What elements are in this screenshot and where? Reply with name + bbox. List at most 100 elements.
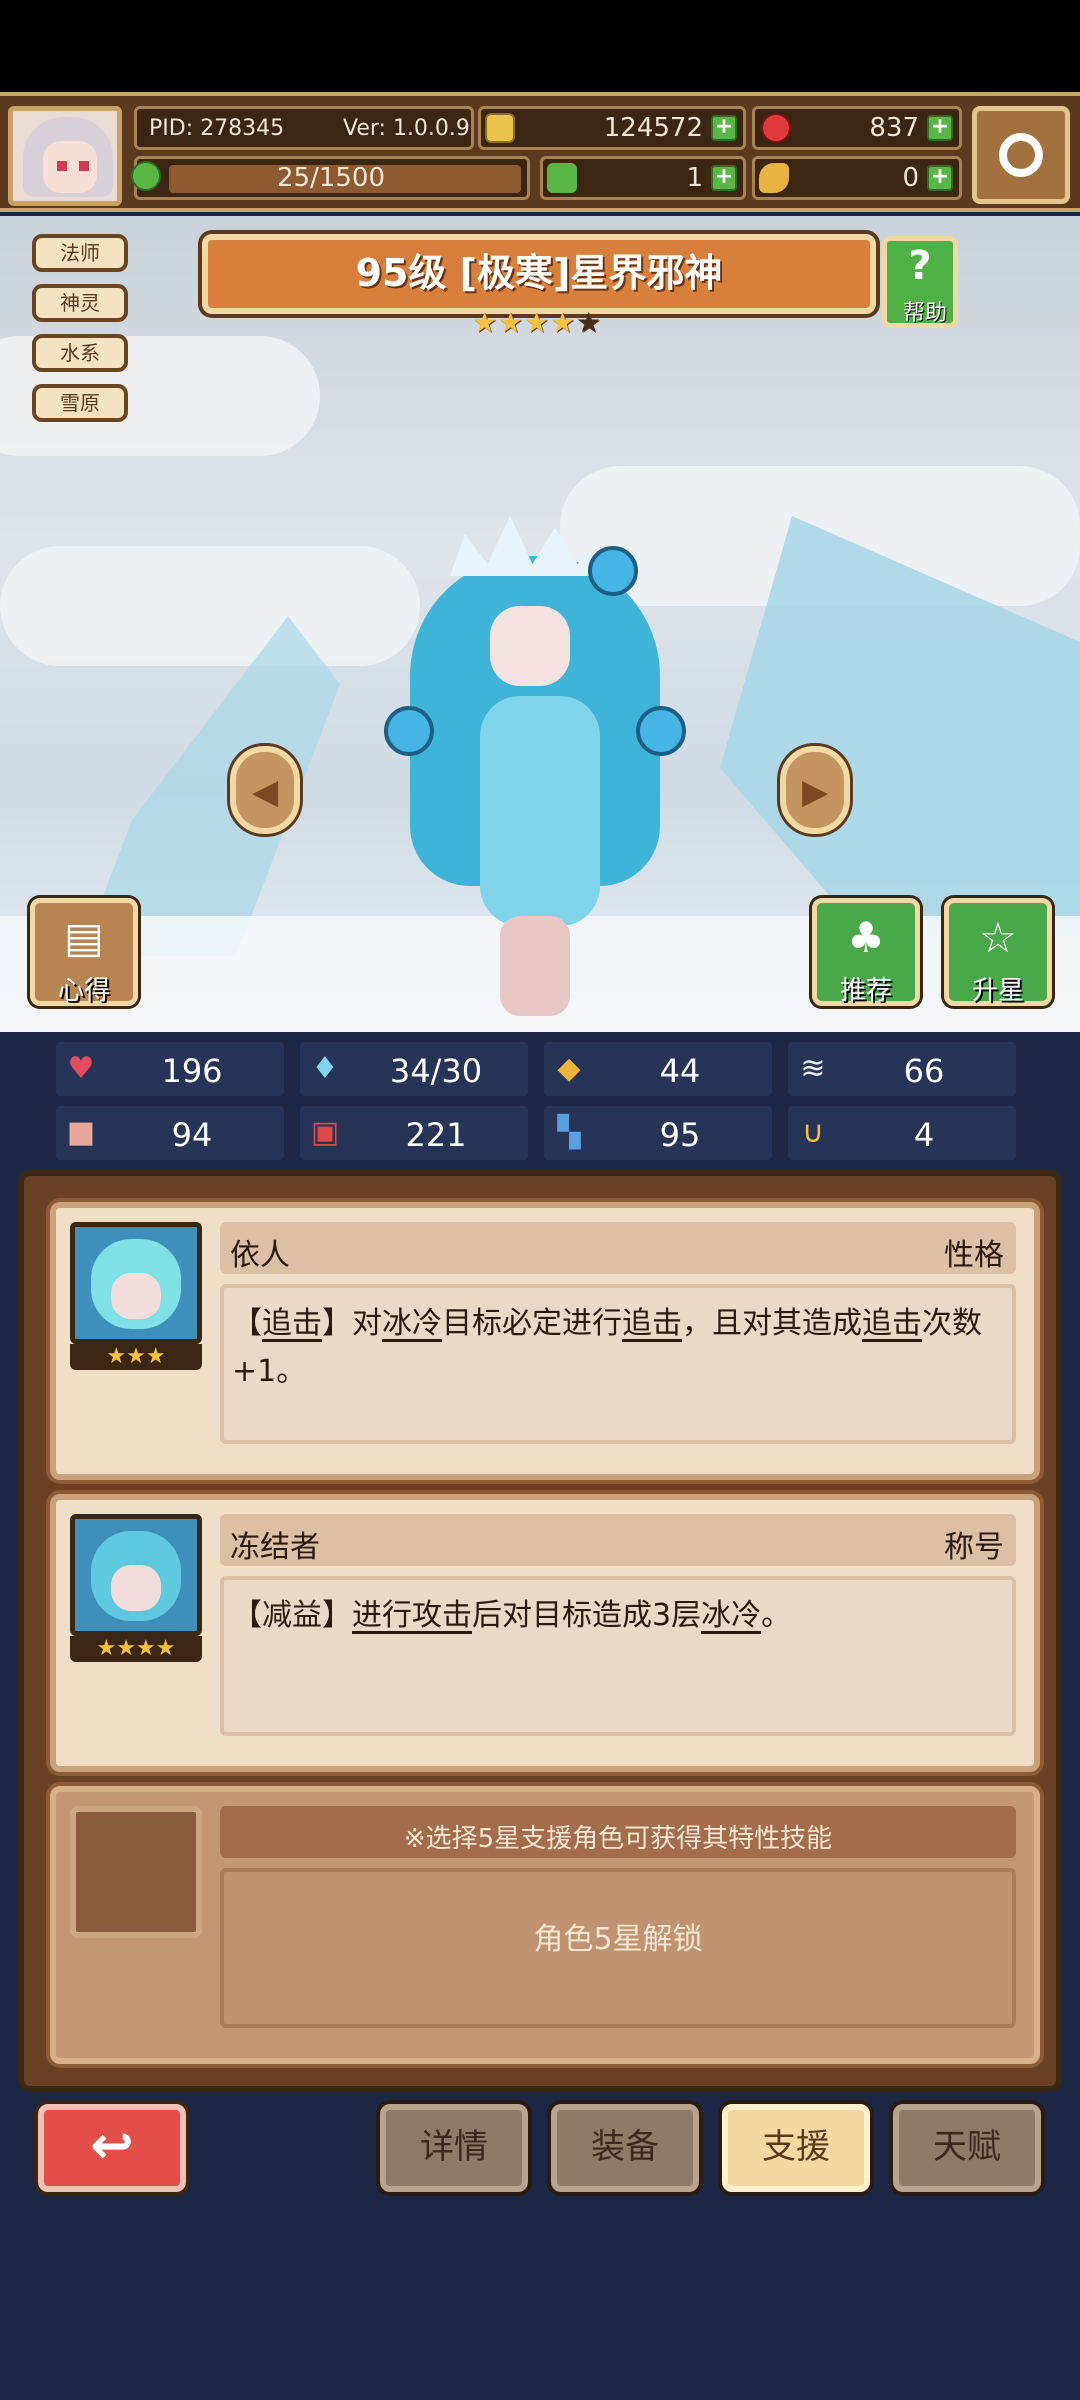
hero-title: 95级 [极寒]星界邪神 [202,234,876,314]
prev-hero-button[interactable]: ◀ [230,746,300,834]
stat-hp: ♥ 196 [56,1042,284,1096]
stat-defense: ◆ 44 [544,1042,772,1096]
hero-character-art [380,516,700,1016]
thumbs-up-icon: ♣ [847,913,885,962]
tag-race: 神灵 [32,284,128,322]
keyword-link[interactable]: 追击 [622,1306,682,1341]
support-description: 【减益】进行攻击后对目标造成3层冰冷。 [220,1576,1016,1736]
keyword-link[interactable]: 进行攻击 [352,1598,472,1633]
support-description: 【追击】对冰冷目标必定进行追击，且对其造成追击次数+1。 [220,1284,1016,1444]
star-up-icon: ☆ [979,913,1017,962]
recommend-button[interactable]: ♣ 推荐 [812,898,920,1006]
star-icon: ★ [524,306,550,339]
tab-equipment[interactable]: 装备 [551,2104,699,2192]
support-stars: ★★★ [70,1344,202,1370]
tab-details[interactable]: 详情 [380,2104,528,2192]
exp-text: 25/1500 [277,163,386,193]
player-avatar[interactable] [8,106,122,206]
ice-orb [636,706,686,756]
portrait-face [111,1565,161,1611]
add-clover-button[interactable]: + [711,165,737,191]
top-hud: PID: 278345 Ver: 1.0.0.9 124572 + 837 + … [0,92,1080,212]
locked-support-slot[interactable]: ※选择5星支援角色可获得其特性技能 角色5星解锁 [50,1786,1040,2064]
back-button[interactable]: ↩ [38,2104,186,2192]
star-icon: ★ [472,306,498,339]
ruby-gem-icon [761,113,791,143]
key-amount: 0 [902,163,919,193]
water-drop-icon: ♦ [311,1051,339,1086]
keyword-link[interactable]: 追击 [262,1306,322,1341]
pid-version-box: PID: 278345 Ver: 1.0.0.9 [134,106,474,150]
desc-text: 【减益】 [232,1598,352,1633]
gold-coin-icon [485,113,515,143]
game-version: Ver: 1.0.0.9 [343,116,470,141]
stat-value: 221 [405,1116,467,1154]
clover-amount: 1 [686,163,703,193]
settings-button[interactable] [972,106,1070,204]
tab-talent[interactable]: 天赋 [893,2104,1041,2192]
clover-icon [547,163,577,193]
stat-speed: ≋ 66 [788,1042,1016,1096]
gem-amount: 837 [869,113,919,143]
keyword-link[interactable]: 冰冷 [382,1306,442,1341]
tab-support[interactable]: 支援 [722,2104,870,2192]
back-arrow-icon: ↩ [90,2116,134,2176]
empty-star-icon: ★ [576,306,602,339]
empty-portrait-slot[interactable] [70,1806,202,1938]
support-type: 称号 [944,1530,1004,1565]
add-gold-button[interactable]: + [711,115,737,141]
tag-class: 法师 [32,234,128,272]
wing-icon: ≋ [800,1051,826,1086]
hero-body [480,696,600,926]
exp-leaf-icon [131,161,161,191]
horseshoe-icon: ∪ [802,1115,824,1150]
stat-value: 4 [913,1116,935,1154]
hero-face [490,606,570,686]
support-type: 性格 [944,1238,1004,1273]
help-button[interactable]: ? 帮助 [882,236,958,328]
shield-icon: ◆ [557,1051,581,1086]
next-hero-button[interactable]: ▶ [780,746,850,834]
avatar-eye [57,161,67,171]
hero-star-rating: ★ ★ ★ ★ ★ [472,306,602,344]
stat-value: 34/30 [389,1052,483,1090]
hero-legs [500,916,570,1016]
add-key-button[interactable]: + [927,165,953,191]
player-id: PID: 278345 [149,116,285,141]
stat-value: 66 [903,1052,945,1090]
cloud [0,546,420,666]
desc-text: 】对 [322,1306,382,1341]
ice-crown [450,516,600,576]
support-header: 依人 性格 [220,1222,1016,1274]
key-box: 0 + [752,156,962,200]
stat-magic: ▣ 221 [300,1106,528,1160]
star-icon: ★ [498,306,524,339]
add-gems-button[interactable]: + [927,115,953,141]
desc-text: ，且对其造成 [682,1306,862,1341]
keyword-link[interactable]: 追击 [862,1306,922,1341]
stat-value: 44 [659,1052,701,1090]
support-card[interactable]: ★★★★ 冻结者 称号 【减益】进行攻击后对目标造成3层冰冷。 [50,1494,1040,1772]
boot-icon: ▚ [557,1115,581,1150]
keyword-link[interactable]: 冰冷 [701,1598,761,1633]
support-name: 冻结者 [230,1530,320,1565]
upgrade-star-button[interactable]: ☆ 升星 [944,898,1052,1006]
desc-text: 。 [761,1598,792,1633]
locked-text: 角色5星解锁 [220,1868,1016,2028]
locked-header: ※选择5星支援角色可获得其特性技能 [220,1806,1016,1858]
hero-stats: ♥ 196 ♦ 34/30 ◆ 44 ≋ 66 ■ 94 ▣ 221 ▚ 95 … [0,1032,1080,1172]
question-mark-icon: ? [908,243,932,289]
support-name: 依人 [230,1238,290,1273]
fist-icon: ■ [66,1115,96,1150]
tag-element: 水系 [32,334,128,372]
desc-text: 目标必定进行 [442,1306,622,1341]
gear-icon [999,133,1043,177]
star-icon: ★ [550,306,576,339]
support-stars: ★★★★ [70,1636,202,1662]
stat-luck: ∪ 4 [788,1106,1016,1160]
ice-orb [588,546,638,596]
notes-button[interactable]: ▤ 心得 [30,898,138,1006]
desc-text: 后对目标造成3层 [472,1598,702,1633]
stat-value: 94 [171,1116,213,1154]
support-card[interactable]: ★★★ 依人 性格 【追击】对冰冷目标必定进行追击，且对其造成追击次数+1。 [50,1202,1040,1480]
